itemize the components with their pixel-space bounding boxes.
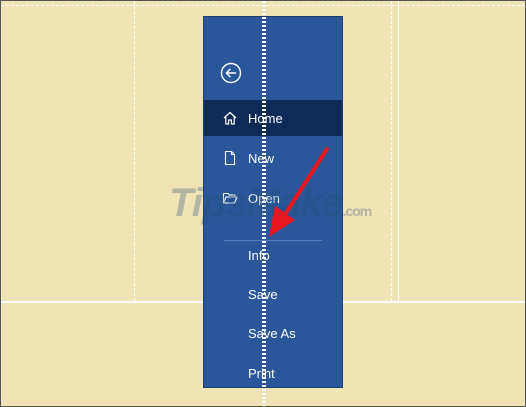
- menu-item-label: Print: [248, 365, 275, 381]
- file-backstage-menu: Home New Open Info Save Save As Print: [203, 16, 343, 388]
- home-icon: [221, 109, 239, 127]
- menu-item-label: Open: [248, 190, 280, 206]
- watermark-suffix: .com: [342, 203, 373, 219]
- guide-line-top: [1, 5, 525, 6]
- menu-item-info[interactable]: Info: [204, 237, 342, 273]
- guide-line-right: [391, 1, 392, 301]
- menu-item-save-as[interactable]: Save As: [204, 315, 342, 351]
- menu-item-label: Save: [248, 286, 278, 302]
- open-folder-icon: [221, 189, 239, 207]
- back-arrow-icon: [220, 62, 242, 84]
- guide-line-far-right: [398, 1, 399, 301]
- menu-item-label: New: [248, 150, 275, 166]
- menu-item-home[interactable]: Home: [204, 100, 342, 136]
- document-background: Home New Open Info Save Save As Print Ti…: [0, 0, 526, 407]
- guide-line-left: [134, 1, 135, 301]
- back-button[interactable]: [220, 62, 242, 84]
- menu-item-new[interactable]: New: [204, 140, 342, 176]
- menu-item-label: Save As: [248, 325, 296, 341]
- menu-item-save[interactable]: Save: [204, 276, 342, 312]
- menu-item-label: Home: [248, 110, 283, 126]
- new-document-icon: [221, 149, 239, 167]
- menu-item-print[interactable]: Print: [204, 355, 342, 391]
- menu-item-open[interactable]: Open: [204, 180, 342, 216]
- menu-item-label: Info: [248, 247, 270, 263]
